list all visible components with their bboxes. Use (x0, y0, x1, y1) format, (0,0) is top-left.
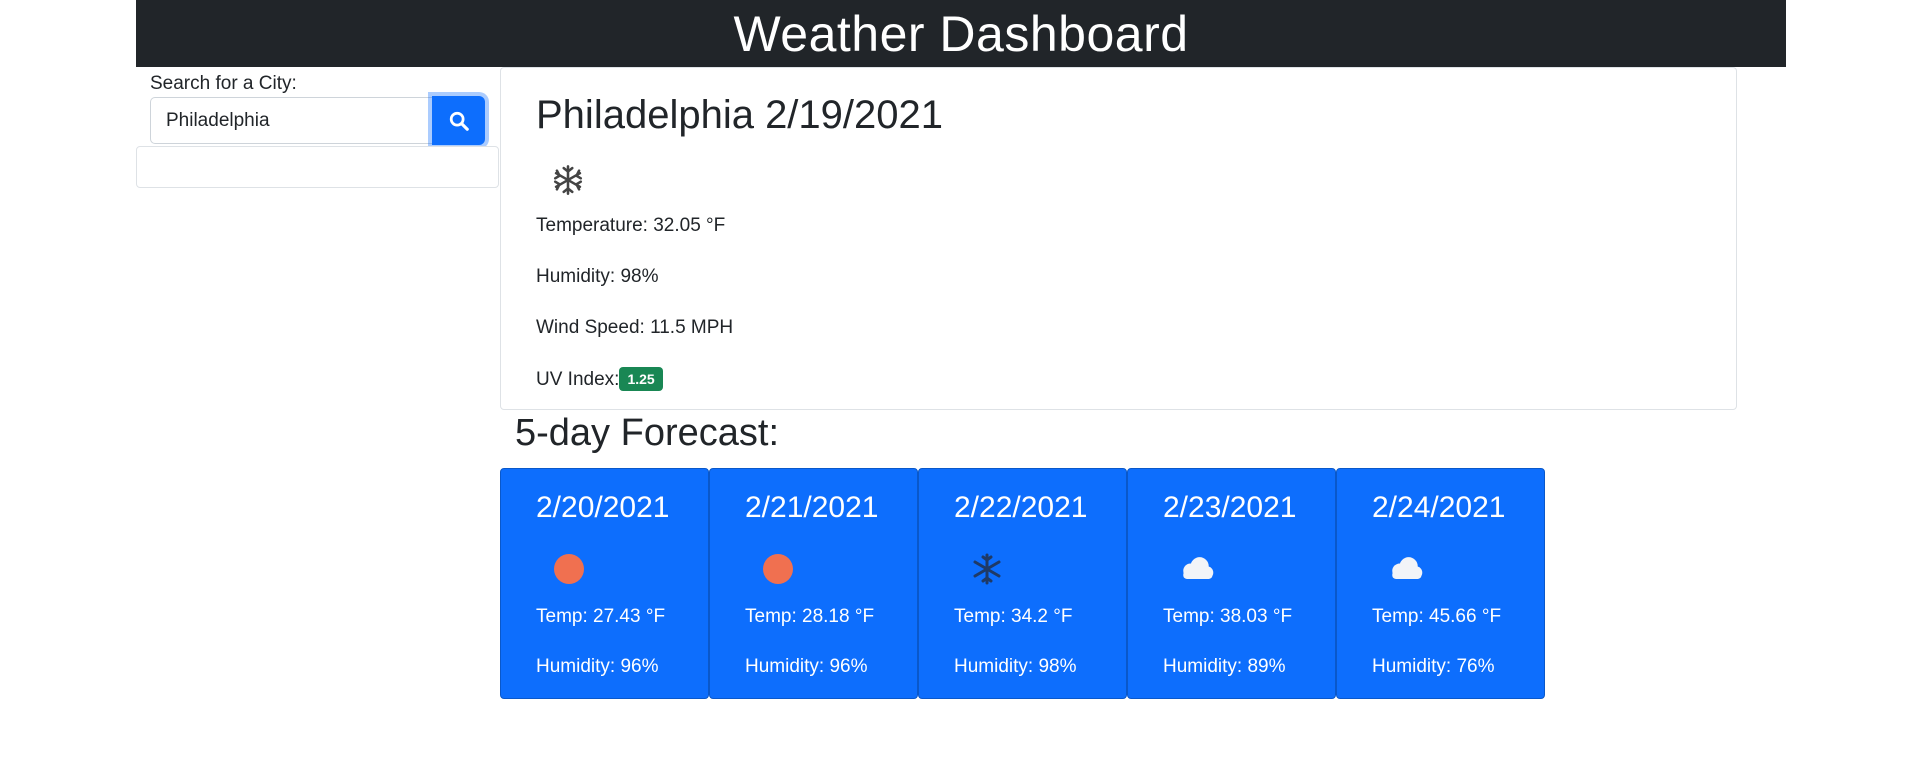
forecast-temp: Temp: 45.66 °F (1372, 606, 1502, 627)
forecast-humidity: Humidity: 98% (954, 656, 1077, 677)
page-title: Weather Dashboard (733, 5, 1189, 62)
forecast-date: 2/24/2021 (1372, 491, 1506, 524)
search-label: Search for a City: (150, 73, 297, 94)
current-weather-card: Philadelphia 2/19/2021 Temperature: 32.0… (500, 67, 1737, 410)
city-search-input[interactable] (150, 97, 432, 144)
forecast-humidity: Humidity: 96% (536, 656, 659, 677)
current-city-date: Philadelphia 2/19/2021 (536, 93, 944, 137)
forecast-temp: Temp: 28.18 °F (745, 606, 875, 627)
forecast-card: 2/24/2021 Temp: 45.66 °F Humidity: 76% (1336, 468, 1545, 699)
search-icon (449, 111, 469, 131)
uv-index-label: UV Index: (536, 369, 620, 390)
cloud-icon (1392, 557, 1423, 579)
forecast-temp: Temp: 34.2 °F (954, 606, 1073, 627)
forecast-date: 2/20/2021 (536, 491, 670, 524)
snowflake-icon (553, 165, 583, 195)
sun-icon (763, 554, 793, 584)
forecast-date: 2/23/2021 (1163, 491, 1297, 524)
current-temperature: Temperature: 32.05 °F (536, 215, 726, 236)
weather-dashboard: Weather Dashboard Search for a City: Phi… (0, 0, 1919, 770)
uv-index-badge: 1.25 (619, 367, 663, 391)
forecast-card: 2/21/2021 Temp: 28.18 °F Humidity: 96% (709, 468, 918, 699)
forecast-card: 2/23/2021 Temp: 38.03 °F Humidity: 89% (1127, 468, 1336, 699)
header-bar: Weather Dashboard (136, 0, 1786, 67)
current-wind-speed: Wind Speed: 11.5 MPH (536, 317, 734, 338)
forecast-temp: Temp: 27.43 °F (536, 606, 666, 627)
forecast-humidity: Humidity: 96% (745, 656, 868, 677)
current-humidity: Humidity: 98% (536, 266, 659, 287)
search-history-list (136, 146, 499, 188)
sun-icon (554, 554, 584, 584)
forecast-temp: Temp: 38.03 °F (1163, 606, 1293, 627)
forecast-card: 2/22/2021 Temp: 34.2 °F Humidity: 98% (918, 468, 1127, 699)
forecast-date: 2/21/2021 (745, 491, 879, 524)
snowflake-icon (973, 553, 1001, 585)
forecast-date: 2/22/2021 (954, 491, 1088, 524)
forecast-humidity: Humidity: 76% (1372, 656, 1495, 677)
cloud-icon (1183, 557, 1214, 579)
forecast-card: 2/20/2021 Temp: 27.43 °F Humidity: 96% (500, 468, 709, 699)
current-uv-index: UV Index: 1.25 (536, 367, 663, 391)
forecast-row: 2/20/2021 Temp: 27.43 °F Humidity: 96% 2… (500, 468, 1545, 699)
forecast-humidity: Humidity: 89% (1163, 656, 1286, 677)
search-button[interactable] (432, 96, 485, 145)
forecast-heading: 5-day Forecast: (515, 412, 779, 454)
